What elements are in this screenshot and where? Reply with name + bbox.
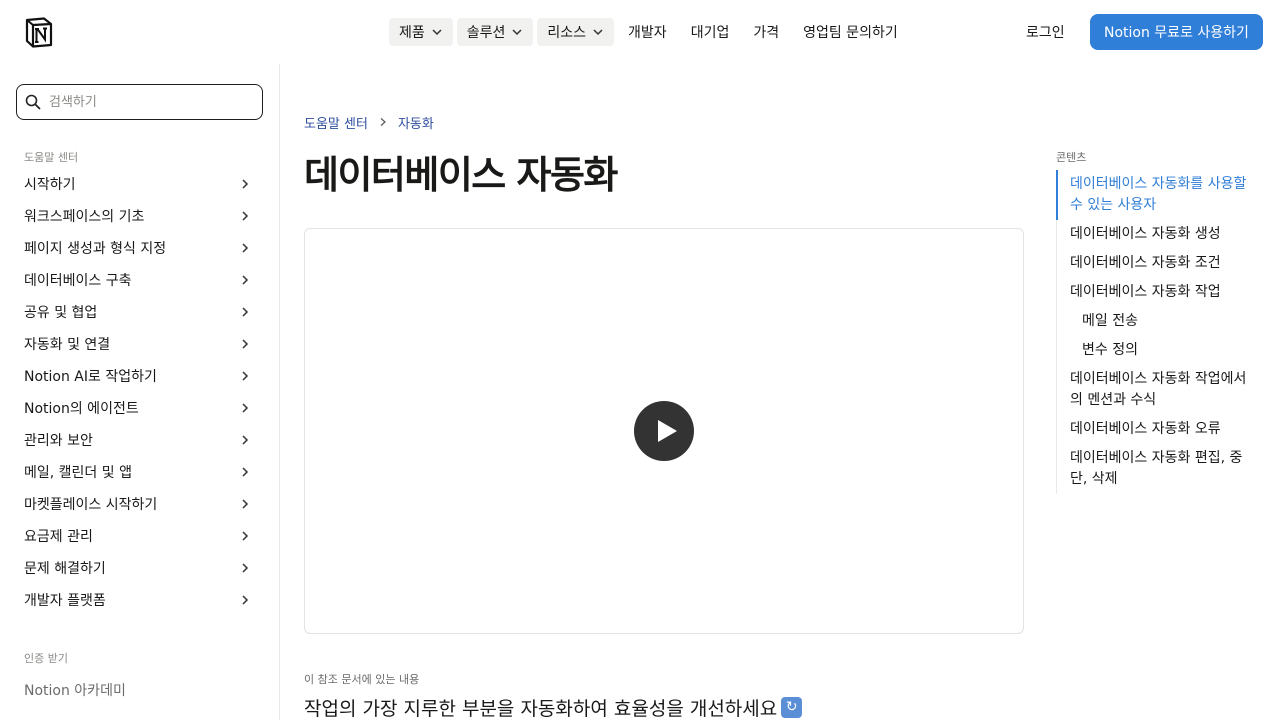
search-box[interactable] [16, 84, 263, 120]
play-button[interactable] [634, 401, 694, 461]
sidebar-item-mail-calendar[interactable]: 메일, 캘린더 및 앱 [0, 456, 279, 488]
section-heading: 작업의 가장 지루한 부분을 자동화하여 효율성을 개선하세요 [304, 695, 803, 720]
toc-item-define-variables[interactable]: 변수 정의 [1057, 336, 1256, 365]
toc-title: 콘텐츠 [1056, 151, 1087, 164]
notion-logo[interactable] [24, 16, 54, 48]
nav-enterprise[interactable]: 대기업 [681, 18, 740, 46]
nav-label: 제품 [399, 25, 425, 41]
breadcrumb-automations[interactable]: 자동화 [398, 113, 434, 132]
nav-products[interactable]: 제품 [389, 18, 453, 46]
nav-label: 솔루션 [466, 25, 506, 41]
chevron-right-icon [242, 275, 249, 285]
breadcrumb: 도움말 센터 자동화 [304, 112, 434, 132]
chevron-right-icon [242, 339, 249, 349]
sidebar-list: 시작하기 워크스페이스의 기초 페이지 생성과 형식 지정 데이터베이스 구축 … [0, 168, 279, 616]
chevron-right-icon [242, 403, 249, 413]
chevron-down-icon [593, 29, 603, 36]
sidebar-item-label: 메일, 캘린더 및 앱 [24, 465, 132, 481]
toc-item-send-mail[interactable]: 메일 전송 [1057, 307, 1256, 336]
nav-resources[interactable]: 리소스 [537, 18, 615, 46]
chevron-down-icon [512, 29, 522, 36]
sidebar-item-pages[interactable]: 페이지 생성과 형식 지정 [0, 232, 279, 264]
sidebar-item-automations[interactable]: 자동화 및 연결 [0, 328, 279, 360]
chevron-right-icon [242, 243, 249, 253]
nav-label: 리소스 [547, 25, 587, 41]
sidebar-item-billing[interactable]: 요금제 관리 [0, 520, 279, 552]
chevron-right-icon [242, 307, 249, 317]
academy-link[interactable]: Notion 아카데미 [24, 680, 126, 700]
toc-item-errors[interactable]: 데이터베이스 자동화 오류 [1057, 415, 1256, 444]
sidebar-item-label: 자동화 및 연결 [24, 337, 111, 353]
in-this-doc-label: 이 참조 문서에 있는 내용 [304, 673, 420, 686]
chevron-right-icon [242, 595, 249, 605]
play-icon [658, 420, 677, 442]
chevron-right-icon [242, 499, 249, 509]
chevron-right-icon [242, 371, 249, 381]
nav-solutions[interactable]: 솔루션 [456, 18, 534, 46]
section-heading-text: 작업의 가장 지루한 부분을 자동화하여 효율성을 개선하세요 [304, 698, 778, 720]
nav-pricing[interactable]: 가격 [743, 18, 789, 46]
sidebar-item-admin-security[interactable]: 관리와 보안 [0, 424, 279, 456]
sidebar-item-label: 워크스페이스의 기초 [24, 209, 145, 225]
chevron-down-icon [432, 29, 442, 36]
chevron-right-icon [380, 118, 386, 126]
table-of-contents: 데이터베이스 자동화를 사용할 수 있는 사용자 데이터베이스 자동화 생성 데… [1056, 170, 1256, 494]
chevron-right-icon [242, 531, 249, 541]
nav-developers[interactable]: 개발자 [618, 18, 677, 46]
sidebar-item-agents[interactable]: Notion의 에이전트 [0, 392, 279, 424]
certification-section-title: 인증 받기 [24, 652, 68, 665]
sidebar-item-label: 문제 해결하기 [24, 561, 106, 577]
nav-contact-sales[interactable]: 영업팀 문의하기 [793, 18, 908, 46]
chevron-right-icon [242, 563, 249, 573]
toc-item-mentions-formulas[interactable]: 데이터베이스 자동화 작업에서의 멘션과 수식 [1057, 365, 1256, 415]
search-input[interactable] [49, 94, 249, 110]
sidebar: 도움말 센터 시작하기 워크스페이스의 기초 페이지 생성과 형식 지정 데이터… [0, 64, 280, 720]
signup-button[interactable]: Notion 무료로 사용하기 [1090, 14, 1263, 50]
sidebar-item-developer-platform[interactable]: 개발자 플랫폼 [0, 584, 279, 616]
sidebar-item-label: Notion AI로 작업하기 [24, 369, 157, 385]
toc-item-conditions[interactable]: 데이터베이스 자동화 조건 [1057, 249, 1256, 278]
toc-item-edit-pause-delete[interactable]: 데이터베이스 자동화 편집, 중단, 삭제 [1057, 444, 1256, 494]
toc-item-who-can-use[interactable]: 데이터베이스 자동화를 사용할 수 있는 사용자 [1056, 170, 1256, 220]
sidebar-item-label: Notion의 에이전트 [24, 401, 139, 417]
sidebar-item-marketplace[interactable]: 마켓플레이스 시작하기 [0, 488, 279, 520]
sidebar-item-getting-started[interactable]: 시작하기 [0, 168, 279, 200]
sidebar-item-workspace-basics[interactable]: 워크스페이스의 기초 [0, 200, 279, 232]
top-header: 제품 솔루션 리소스 개발자 대기업 가격 영업팀 문의하기 로그인 Notio… [0, 0, 1280, 64]
breadcrumb-help-center[interactable]: 도움말 센터 [304, 113, 368, 132]
sidebar-item-notion-ai[interactable]: Notion AI로 작업하기 [0, 360, 279, 392]
sidebar-item-label: 마켓플레이스 시작하기 [24, 497, 158, 513]
sidebar-item-troubleshooting[interactable]: 문제 해결하기 [0, 552, 279, 584]
main-nav: 제품 솔루션 리소스 개발자 대기업 가격 영업팀 문의하기 [389, 18, 908, 46]
chevron-right-icon [242, 179, 249, 189]
sidebar-item-label: 공유 및 협업 [24, 305, 98, 321]
sidebar-item-databases[interactable]: 데이터베이스 구축 [0, 264, 279, 296]
sidebar-item-label: 요금제 관리 [24, 529, 93, 545]
sidebar-item-sharing[interactable]: 공유 및 협업 [0, 296, 279, 328]
toc-item-actions[interactable]: 데이터베이스 자동화 작업 [1057, 278, 1256, 307]
sidebar-item-label: 개발자 플랫폼 [24, 593, 106, 609]
sidebar-item-label: 관리와 보안 [24, 433, 93, 449]
page-title: 데이터베이스 자동화 [304, 153, 618, 197]
sidebar-item-label: 페이지 생성과 형식 지정 [24, 241, 167, 257]
chevron-right-icon [242, 435, 249, 445]
login-link[interactable]: 로그인 [1016, 18, 1075, 46]
sidebar-item-label: 데이터베이스 구축 [24, 273, 132, 289]
repeat-icon [781, 697, 803, 718]
search-icon [25, 94, 41, 110]
chevron-right-icon [242, 211, 249, 221]
chevron-right-icon [242, 467, 249, 477]
sidebar-section-title: 도움말 센터 [24, 151, 79, 164]
toc-item-create[interactable]: 데이터베이스 자동화 생성 [1057, 220, 1256, 249]
video-player[interactable] [304, 228, 1024, 634]
sidebar-item-label: 시작하기 [24, 177, 76, 193]
